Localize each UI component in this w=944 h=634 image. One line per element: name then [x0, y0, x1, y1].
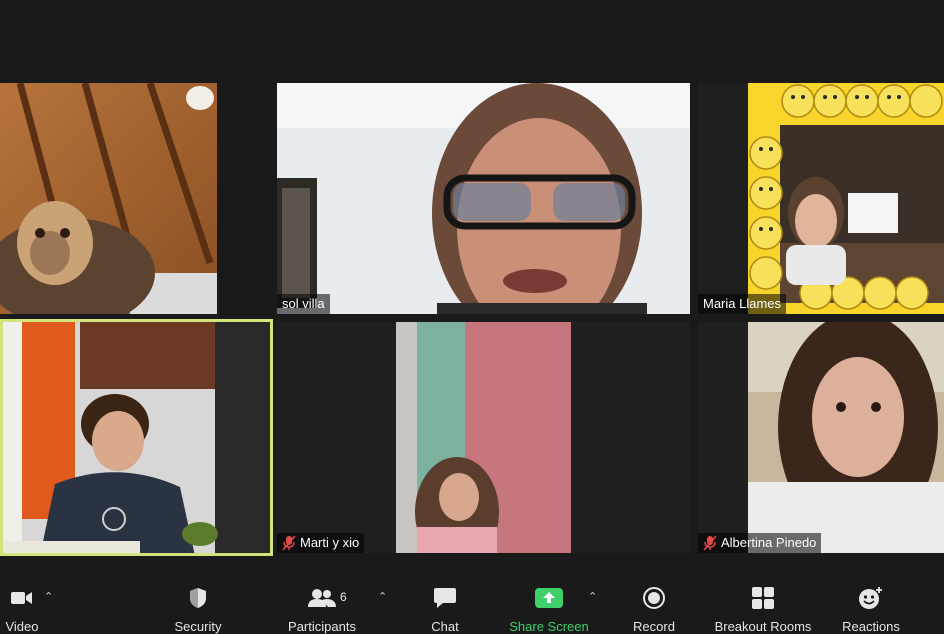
- reactions-label: Reactions: [842, 619, 900, 634]
- video-tile-2[interactable]: sol villa: [277, 83, 690, 314]
- video-feed: [277, 322, 690, 553]
- video-tile-3[interactable]: Maria Llames: [698, 83, 944, 314]
- record-label: Record: [633, 619, 675, 634]
- muted-mic-icon: [282, 535, 296, 551]
- record-icon: [642, 584, 666, 612]
- meeting-toolbar: Video ⌃ Security Participants 6 ⌃ Chat S…: [0, 576, 944, 634]
- participant-name-tag: Maria Llames: [698, 294, 787, 314]
- participant-name: Marti y xio: [300, 535, 360, 550]
- security-button[interactable]: Security: [168, 584, 228, 634]
- participants-count: 6: [340, 590, 347, 604]
- share-options-caret[interactable]: ⌃: [588, 590, 597, 603]
- participant-name-tag: sol villa: [277, 294, 330, 314]
- video-button[interactable]: Video: [0, 584, 44, 634]
- video-feed: [0, 319, 273, 556]
- breakout-rooms-label: Breakout Rooms: [714, 619, 812, 634]
- chat-bubble-icon: [433, 584, 457, 612]
- participants-button[interactable]: Participants: [282, 584, 362, 634]
- video-tile-4[interactable]: [0, 319, 273, 556]
- video-feed: [698, 322, 944, 553]
- video-feed: [277, 83, 690, 314]
- video-feed: [0, 83, 217, 314]
- participants-icon: [308, 584, 336, 612]
- chat-label: Chat: [431, 619, 459, 634]
- participants-label: Participants: [288, 619, 356, 634]
- participants-options-caret[interactable]: ⌃: [378, 590, 387, 603]
- video-label: Video: [5, 619, 39, 634]
- video-feed: [698, 83, 944, 314]
- participant-name: Maria Llames: [703, 296, 782, 311]
- reactions-button[interactable]: Reactions: [838, 584, 904, 634]
- share-screen-label: Share Screen: [509, 619, 589, 634]
- breakout-rooms-button[interactable]: Breakout Rooms: [710, 584, 816, 634]
- video-tile-1[interactable]: [0, 83, 217, 314]
- video-tile-5[interactable]: Marti y xio: [277, 322, 690, 553]
- participant-name: sol villa: [282, 296, 325, 311]
- share-screen-icon: [535, 584, 563, 612]
- participant-name-tag: Albertina Pinedo: [698, 533, 822, 553]
- record-button[interactable]: Record: [630, 584, 678, 634]
- reactions-icon: [858, 584, 884, 612]
- muted-mic-icon: [703, 535, 717, 551]
- meeting-window: sol villa Maria Llames Marti y xio Alber…: [0, 0, 944, 634]
- video-options-caret[interactable]: ⌃: [44, 590, 53, 603]
- participant-name: Albertina Pinedo: [721, 535, 817, 550]
- participant-name-tag: Marti y xio: [277, 533, 365, 553]
- chat-button[interactable]: Chat: [428, 584, 462, 634]
- breakout-rooms-icon: [751, 584, 775, 612]
- video-camera-icon: [11, 584, 33, 612]
- share-screen-button[interactable]: Share Screen: [506, 584, 592, 634]
- security-label: Security: [174, 619, 222, 634]
- shield-icon: [188, 584, 208, 612]
- video-tile-6[interactable]: Albertina Pinedo: [698, 322, 944, 553]
